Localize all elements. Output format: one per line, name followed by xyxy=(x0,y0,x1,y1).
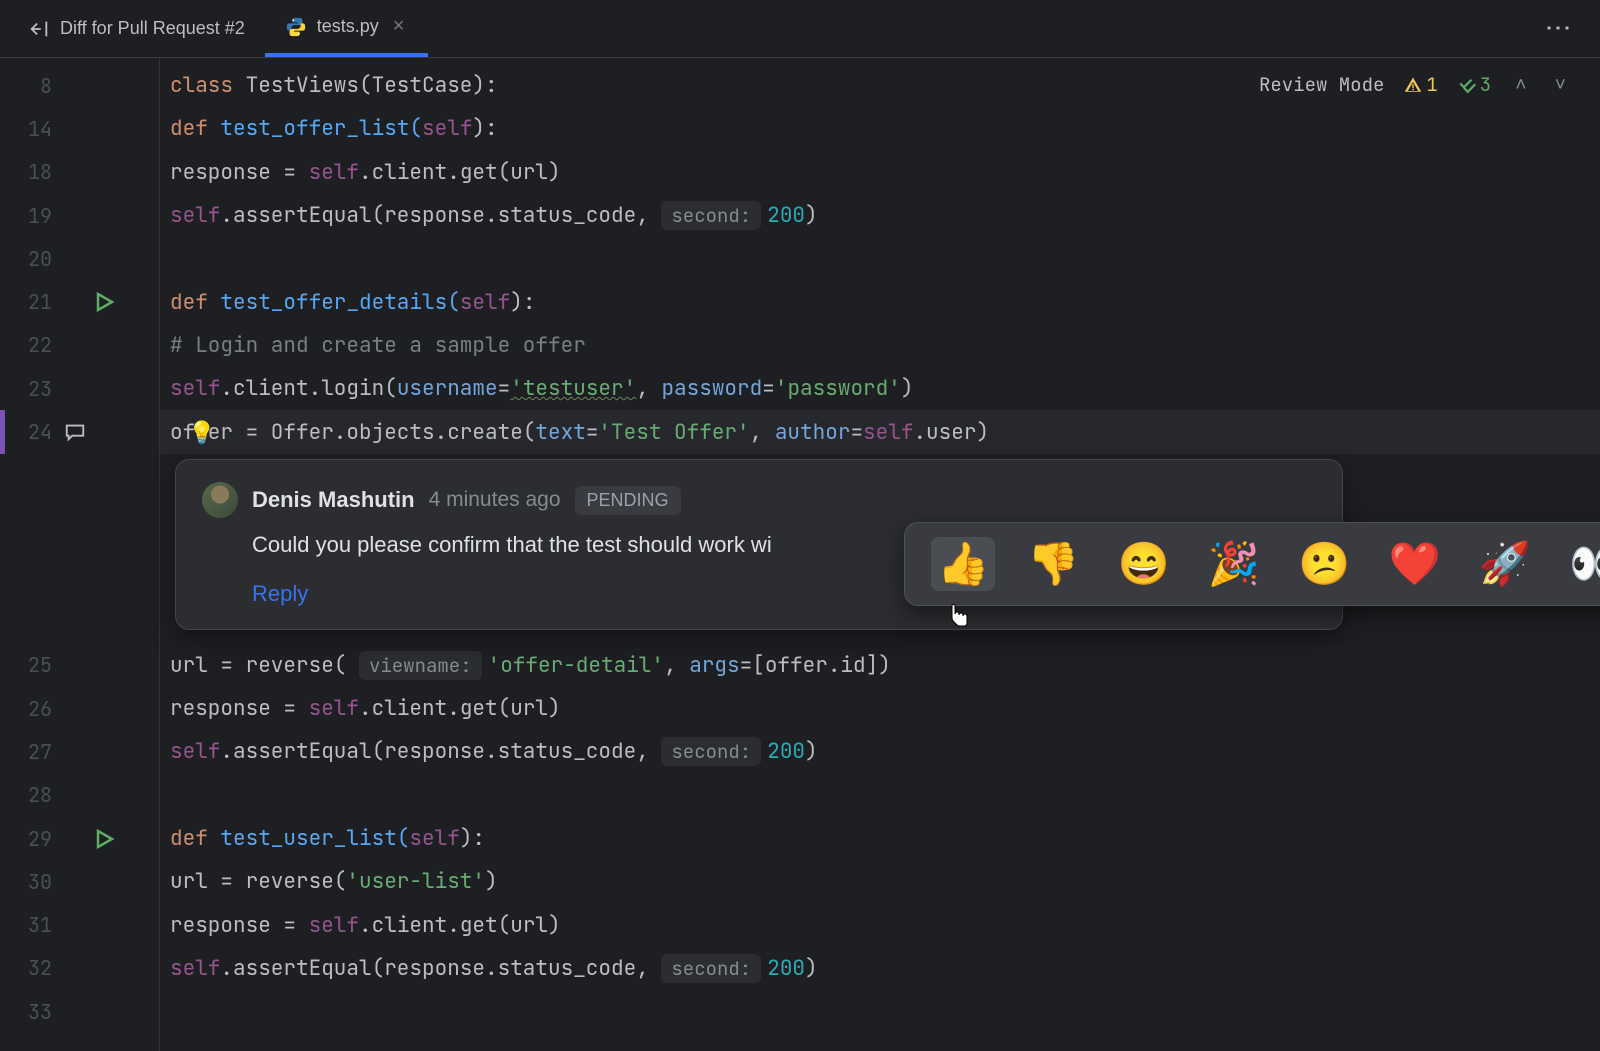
thumbsdown-emoji[interactable]: 👎 xyxy=(1021,537,1085,591)
inlay-hint: second: xyxy=(661,737,761,766)
pending-badge: PENDING xyxy=(575,486,681,515)
code-line[interactable] xyxy=(160,237,1600,280)
diff-icon xyxy=(28,18,50,40)
line-number: 32 xyxy=(0,955,56,981)
inlay-hint: viewname: xyxy=(359,651,482,680)
code-line[interactable]: url = reverse( viewname: 'offer-detail',… xyxy=(160,644,1600,687)
next-issue-icon[interactable]: ˅ xyxy=(1551,72,1570,97)
line-number: 27 xyxy=(0,739,56,765)
line-number: 30 xyxy=(0,869,56,895)
line-number: 22 xyxy=(0,332,56,358)
line-number: 26 xyxy=(0,696,56,722)
warnings-badge[interactable]: 1 xyxy=(1404,72,1437,97)
code-line[interactable]: 💡 offer = Offer.objects.create(text='Tes… xyxy=(160,410,1600,453)
tada-emoji[interactable]: 🎉 xyxy=(1202,537,1266,591)
tab-tests-label: tests.py xyxy=(317,16,379,37)
tab-tests[interactable]: tests.py × xyxy=(265,0,429,57)
laugh-emoji[interactable]: 😄 xyxy=(1112,537,1176,591)
code-line[interactable]: self.client.login(username='testuser', p… xyxy=(160,367,1600,410)
tab-diff[interactable]: Diff for Pull Request #2 xyxy=(8,0,265,57)
line-number: 19 xyxy=(0,203,56,229)
inlay-hint: second: xyxy=(661,954,761,983)
close-icon[interactable]: × xyxy=(389,15,409,38)
rocket-emoji[interactable]: 🚀 xyxy=(1473,537,1537,591)
line-number: 21 xyxy=(0,289,56,315)
line-number: 25 xyxy=(0,652,56,678)
code-line[interactable] xyxy=(160,990,1600,1033)
tabs-bar: Diff for Pull Request #2 tests.py × ⋮ xyxy=(0,0,1600,58)
line-number: 29 xyxy=(0,826,56,852)
comment-author: Denis Mashutin xyxy=(252,487,415,513)
heart-emoji[interactable]: ❤️ xyxy=(1382,537,1446,591)
code-line[interactable]: response = self.client.get(url) xyxy=(160,687,1600,730)
avatar[interactable] xyxy=(202,482,238,518)
eyes-emoji[interactable]: 👀 xyxy=(1563,537,1600,591)
code-line[interactable]: def test_offer_details(self): xyxy=(160,280,1600,323)
line-number: 20 xyxy=(0,246,56,272)
code-line[interactable]: def test_user_list(self): xyxy=(160,817,1600,860)
code-line[interactable] xyxy=(160,774,1600,817)
python-icon xyxy=(285,16,307,38)
code-line[interactable]: self.assertEqual(response.status_code, s… xyxy=(160,730,1600,773)
gutter: 8 14 18 19 20 21 22 23 24 25 26 27 28 29… xyxy=(0,58,160,1051)
code-line[interactable]: url = reverse('user-list') xyxy=(160,860,1600,903)
line-number: 8 xyxy=(0,73,56,99)
line-number: 24 xyxy=(0,419,56,445)
prev-issue-icon[interactable]: ˄ xyxy=(1511,72,1530,97)
review-toolbar: Review Mode 1 3 ˄ ˅ xyxy=(1251,68,1578,101)
tab-diff-label: Diff for Pull Request #2 xyxy=(60,18,245,39)
line-number: 31 xyxy=(0,912,56,938)
line-number: 28 xyxy=(0,782,56,808)
run-icon[interactable] xyxy=(92,290,116,314)
line-number: 14 xyxy=(0,116,56,142)
run-icon[interactable] xyxy=(92,827,116,851)
code-line[interactable]: self.assertEqual(response.status_code, s… xyxy=(160,194,1600,237)
code-line[interactable]: response = self.client.get(url) xyxy=(160,151,1600,194)
mouse-cursor xyxy=(946,602,972,639)
checks-badge[interactable]: 3 xyxy=(1458,72,1491,97)
emoji-reaction-bar: 👍 👎 😄 🎉 😕 ❤️ 🚀 👀 xyxy=(904,522,1600,606)
comment-timeago: 4 minutes ago xyxy=(429,488,561,512)
comment-icon[interactable] xyxy=(64,421,86,443)
code-line[interactable]: response = self.client.get(url) xyxy=(160,903,1600,946)
confused-emoji[interactable]: 😕 xyxy=(1292,537,1356,591)
code-line[interactable]: # Login and create a sample offer xyxy=(160,324,1600,367)
thumbsup-emoji[interactable]: 👍 xyxy=(931,537,995,591)
change-marker xyxy=(0,410,5,453)
line-number: 33 xyxy=(0,999,56,1025)
line-number: 23 xyxy=(0,376,56,402)
line-number: 18 xyxy=(0,159,56,185)
review-mode-label[interactable]: Review Mode xyxy=(1259,72,1384,97)
lightbulb-icon[interactable]: 💡 xyxy=(188,418,215,447)
more-icon[interactable]: ⋮ xyxy=(1525,15,1592,43)
code-line[interactable]: def test_offer_list(self): xyxy=(160,107,1600,150)
code-line[interactable]: self.assertEqual(response.status_code, s… xyxy=(160,947,1600,990)
inlay-hint: second: xyxy=(661,201,761,230)
comment-header: Denis Mashutin 4 minutes ago PENDING xyxy=(202,482,1316,518)
